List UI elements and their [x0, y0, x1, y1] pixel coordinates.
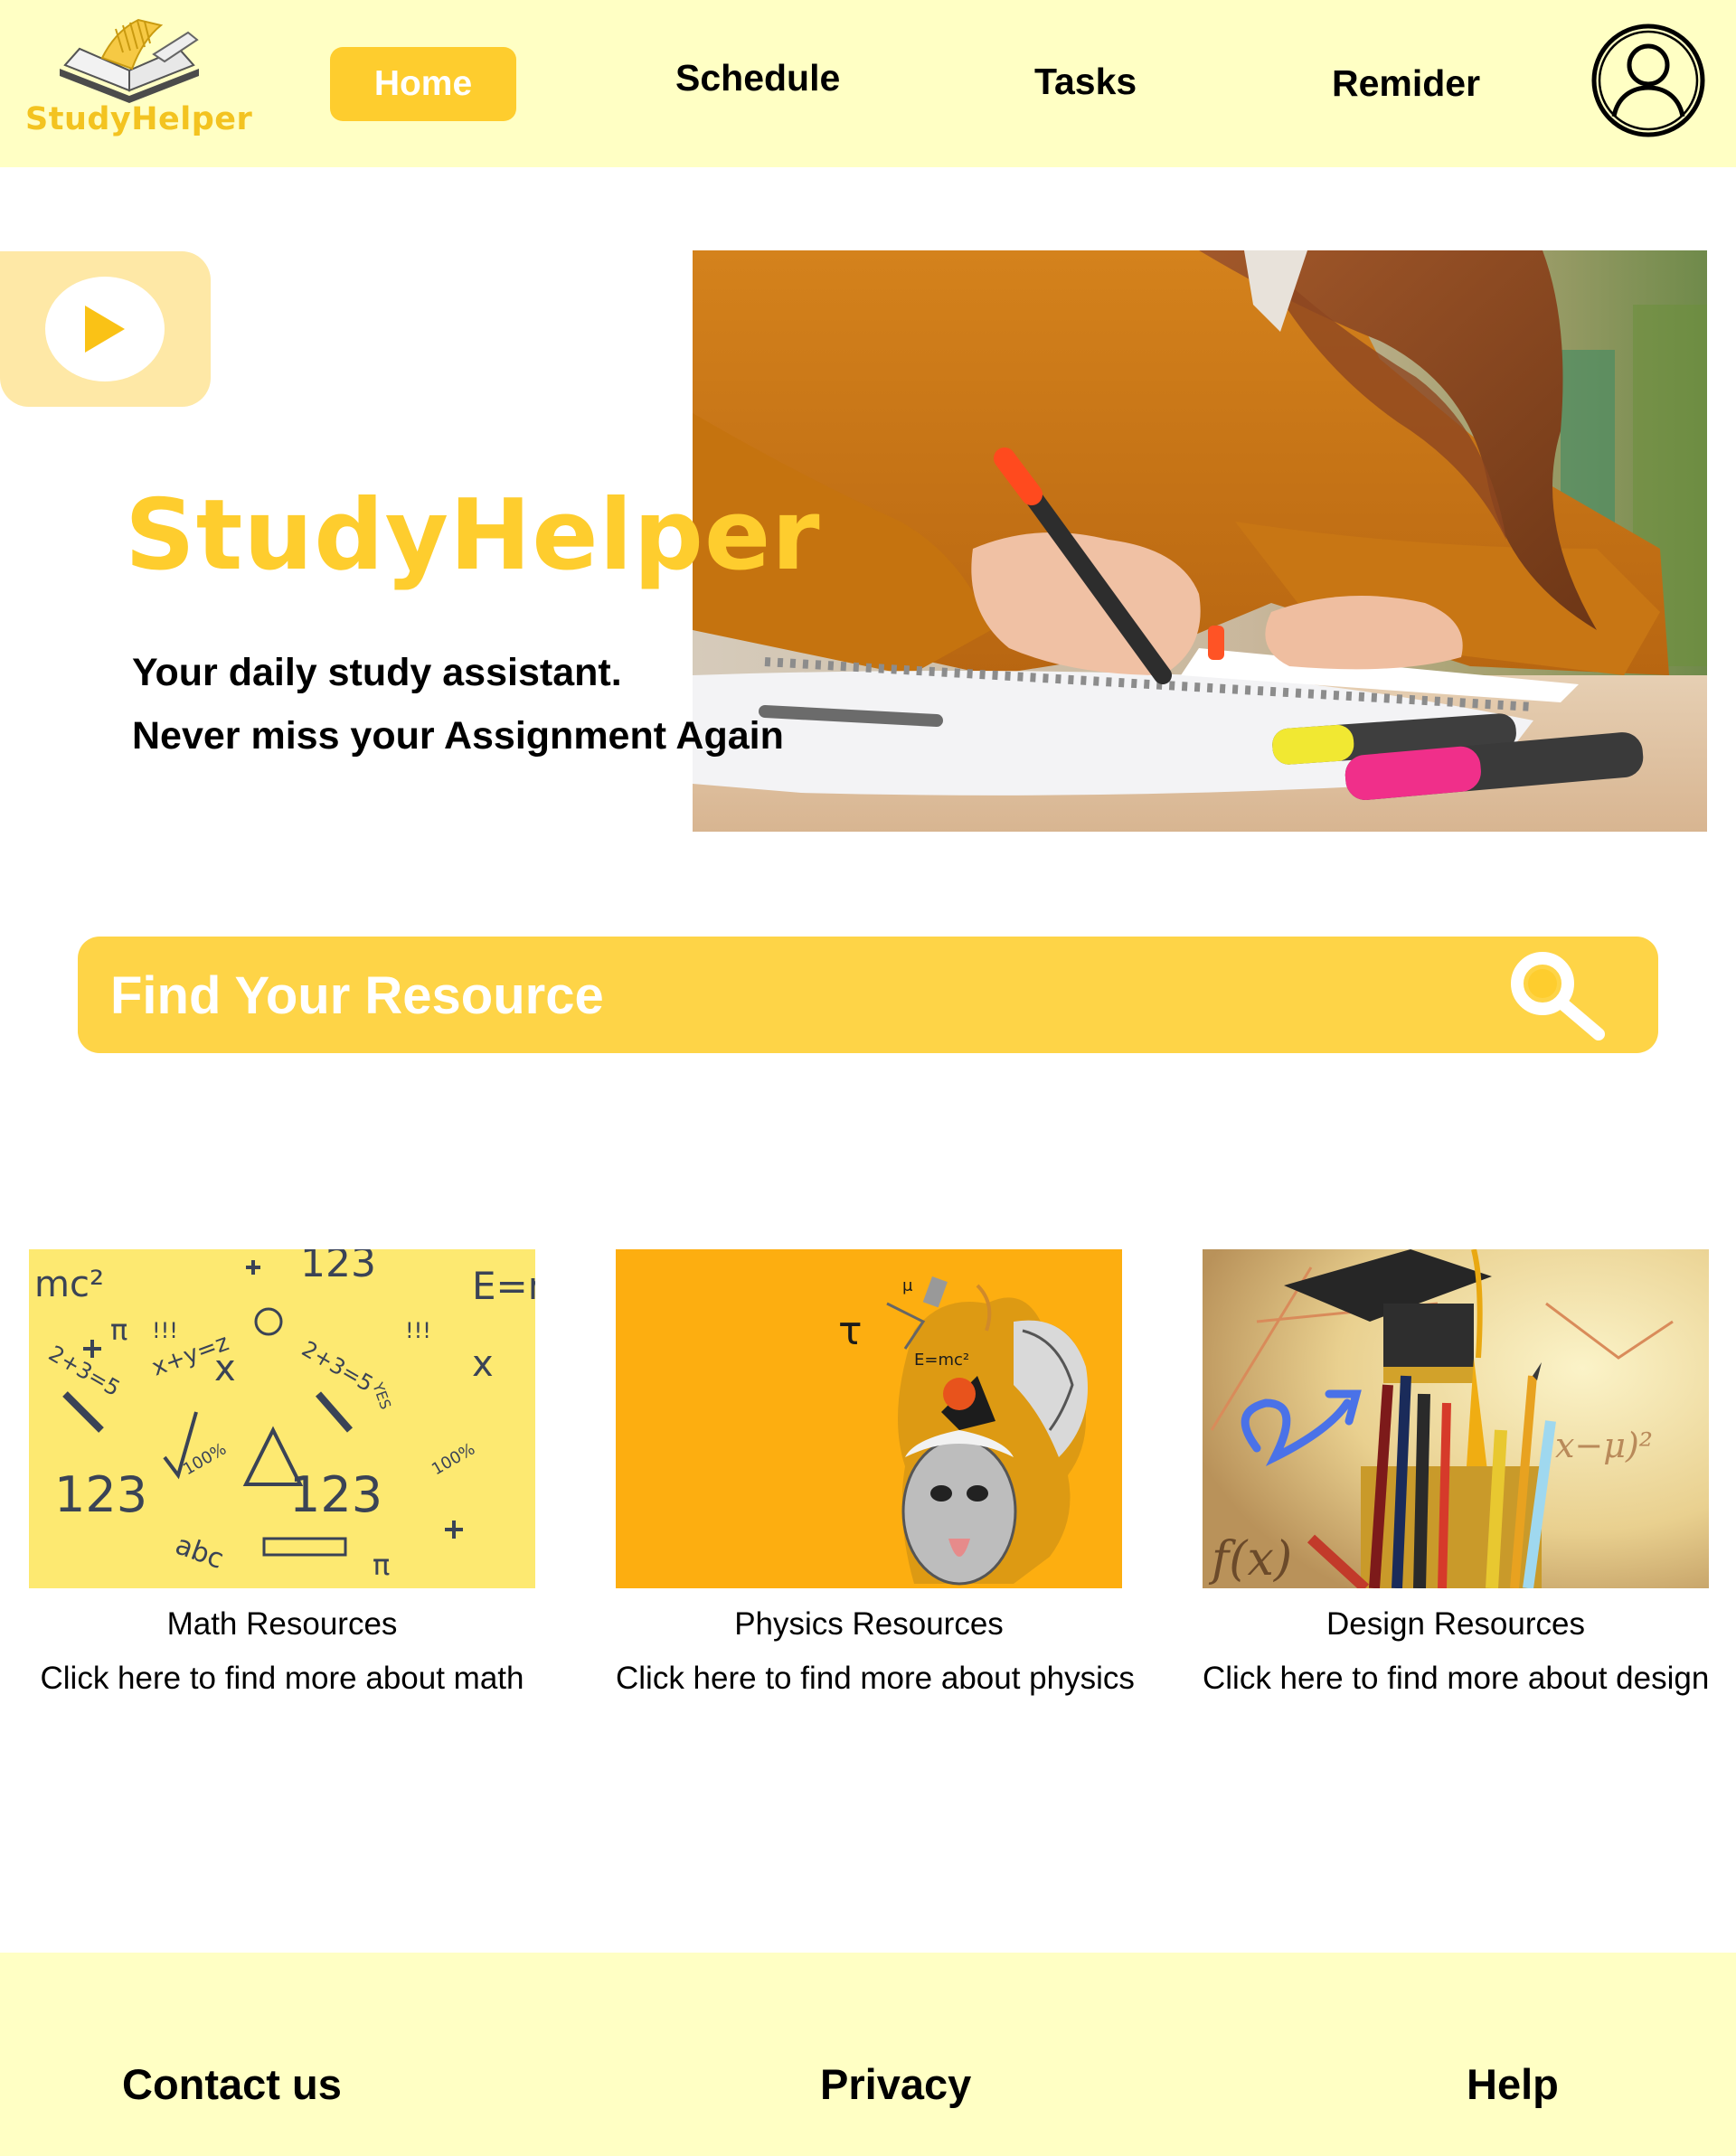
design-resource-link[interactable]: Click here to find more about design [1203, 1661, 1709, 1697]
physics-resource-card[interactable]: τ E=mc² μ Physics Resources Click here t… [616, 1249, 1135, 1696]
user-circle-icon[interactable] [1590, 23, 1706, 138]
physics-doodle-emc2: E=mc² [914, 1351, 969, 1370]
video-play-button[interactable] [0, 251, 211, 407]
footer-contact-link[interactable]: Contact us [122, 2059, 342, 2109]
book-logo-icon [60, 18, 199, 103]
video-play-circle [45, 277, 165, 381]
math-doodle-bang-2: !!! [405, 1318, 431, 1343]
math-doodle-x-right: x [472, 1343, 494, 1385]
top-navbar: StudyHelper Home Schedule Tasks Remider [0, 0, 1736, 167]
physics-resource-title: Physics Resources [734, 1606, 1004, 1642]
physics-resource-image: τ E=mc² μ [616, 1249, 1122, 1588]
footer: Contact us Privacy Help [0, 1953, 1736, 2156]
physics-resource-link[interactable]: Click here to find more about physics [616, 1661, 1135, 1697]
nav-home[interactable]: Home [330, 47, 516, 121]
footer-help-link[interactable]: Help [1467, 2059, 1559, 2109]
math-doodle-x-mid: x [214, 1348, 236, 1389]
physics-doodle-mu: μ [902, 1276, 913, 1295]
math-doodle-123-left: 123 [54, 1466, 147, 1523]
hero-student-photo [693, 250, 1707, 832]
math-resource-card[interactable]: mc² 123 E=m x+y=z abc 123 123 x x π π !!… [29, 1249, 535, 1696]
hero-tagline-2: Never miss your Assignment Again [132, 714, 784, 758]
design-resource-title: Design Resources [1326, 1606, 1585, 1642]
hero-tagline-1: Your daily study assistant. [132, 651, 622, 694]
resource-search-bar [78, 937, 1658, 1053]
math-resource-image: mc² 123 E=m x+y=z abc 123 123 x x π π !!… [29, 1249, 535, 1588]
footer-privacy-link[interactable]: Privacy [820, 2059, 971, 2109]
math-doodle-mc2: mc² [34, 1264, 104, 1305]
math-doodle-123-right: 123 [289, 1466, 382, 1523]
physics-doodle-tau: τ [838, 1308, 863, 1354]
design-doodle-eq: x−μ)² [1555, 1426, 1653, 1465]
play-icon [85, 306, 125, 353]
math-resource-link[interactable]: Click here to find more about math [29, 1661, 535, 1697]
hero-title: StudyHelper [125, 479, 821, 592]
nav-reminder[interactable]: Remider [1332, 62, 1480, 105]
design-resource-card[interactable]: f(x) x−μ)² Design Resources Click here t… [1203, 1249, 1709, 1696]
math-doodle-pi-1: π [110, 1313, 127, 1347]
logo[interactable]: StudyHelper [20, 13, 252, 146]
design-resource-image: f(x) x−μ)² [1203, 1249, 1709, 1588]
nav-schedule[interactable]: Schedule [675, 57, 840, 99]
math-doodle-e: E=m [472, 1264, 535, 1308]
design-doodle-fx: f(x) [1208, 1532, 1292, 1586]
math-doodle-123-top: 123 [300, 1249, 376, 1286]
nav-tasks[interactable]: Tasks [1034, 61, 1137, 103]
math-doodle-pi-2: π [373, 1548, 390, 1582]
math-resource-title: Math Resources [166, 1606, 398, 1642]
search-icon[interactable] [1505, 946, 1613, 1045]
math-doodle-bang-1: !!! [152, 1318, 178, 1343]
search-input[interactable] [110, 956, 1467, 1034]
logo-text: StudyHelper [25, 101, 253, 137]
